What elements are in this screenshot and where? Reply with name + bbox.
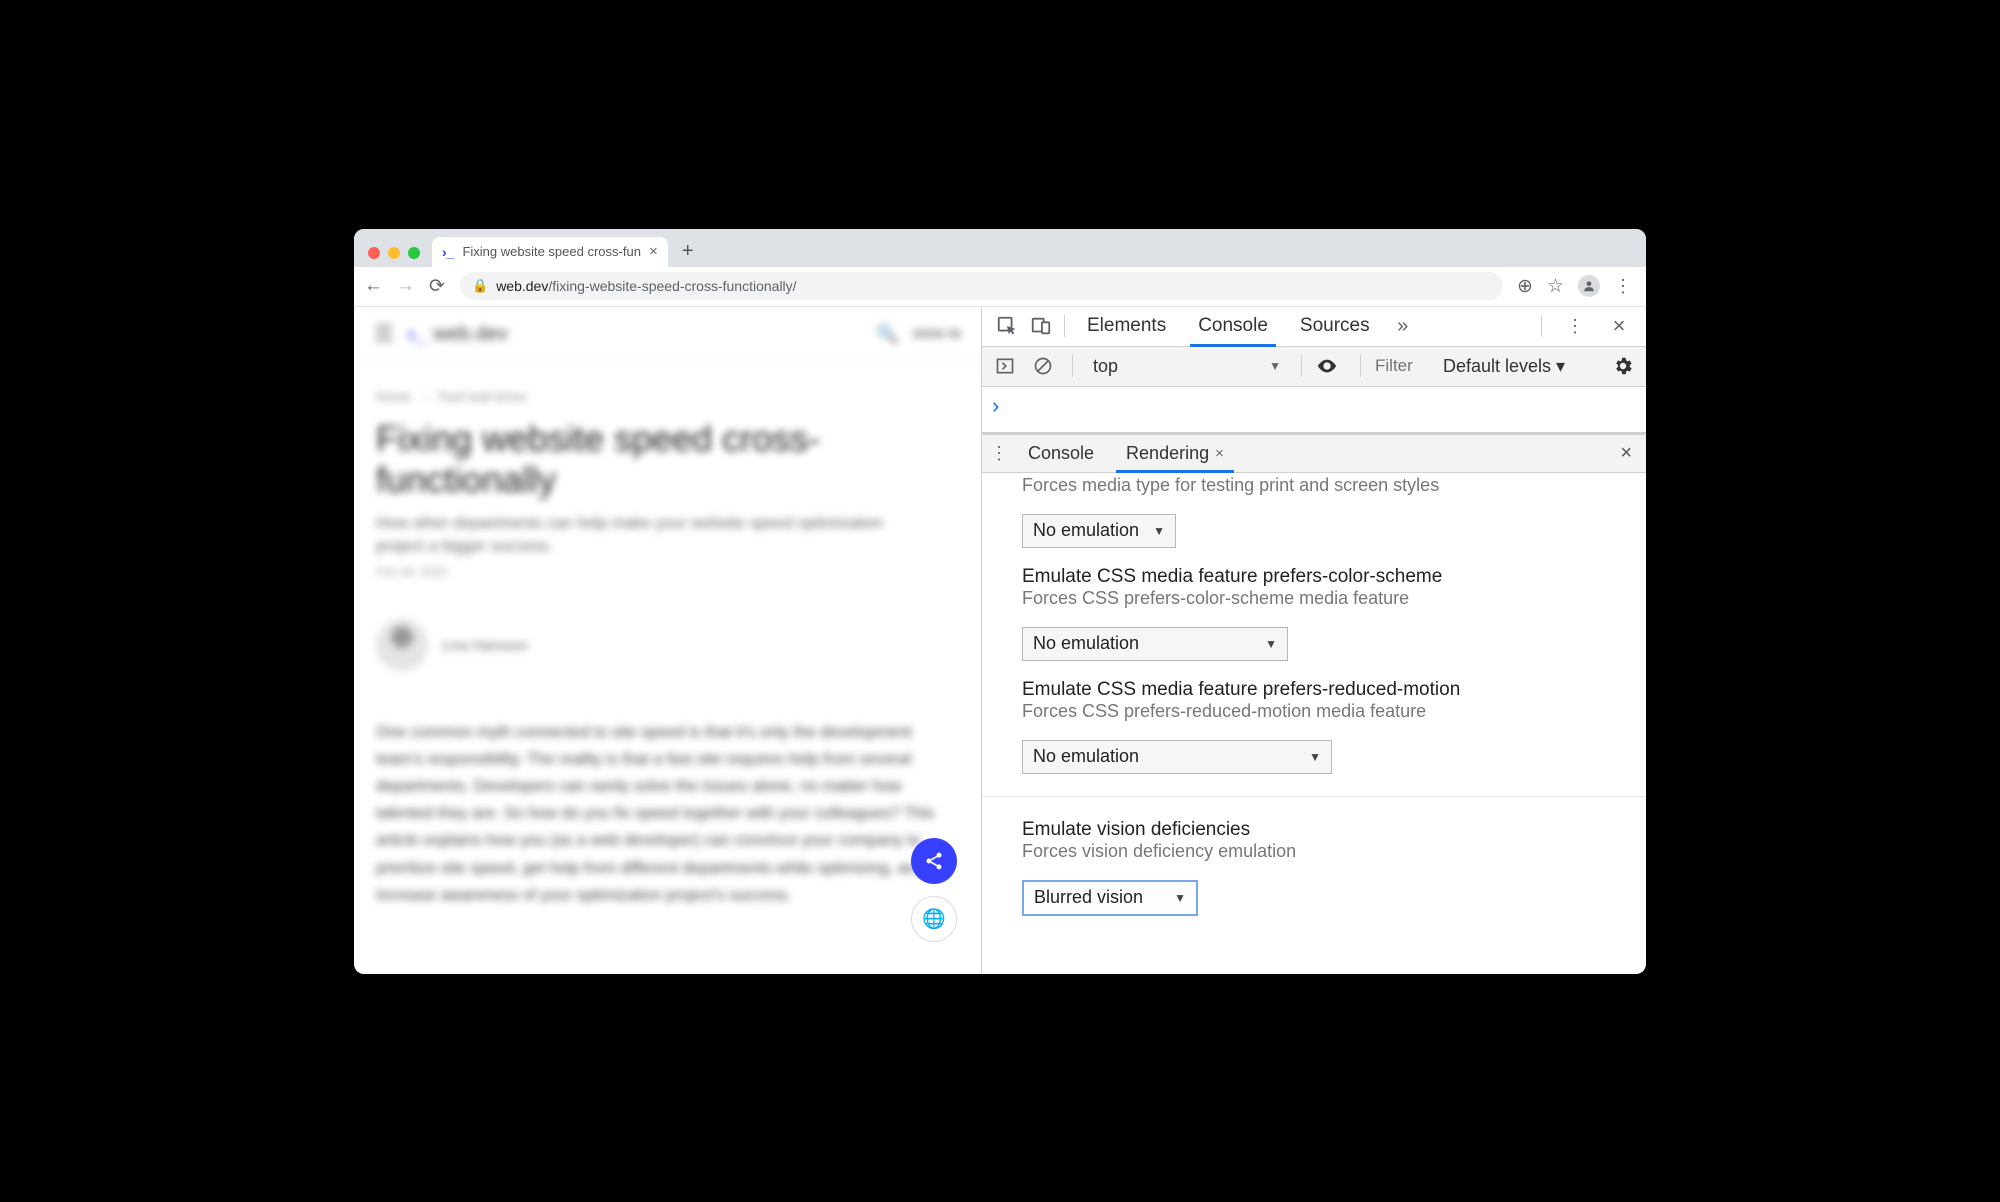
webpage-viewport: ☰ ›_ web.dev 🔍 SIGN IN Home › Fast load … <box>354 307 982 974</box>
media-type-desc: Forces media type for testing print and … <box>1022 475 1606 496</box>
console-toolbar: top ▼ Default levels ▾ <box>982 347 1646 387</box>
more-tabs-icon[interactable]: » <box>1386 315 1420 338</box>
prefers-reduced-motion-select[interactable]: No emulation ▼ <box>1022 740 1332 774</box>
browser-tab[interactable]: ›_ Fixing website speed cross-fun × <box>432 237 668 267</box>
vision-deficiency-value: Blurred vision <box>1034 887 1143 908</box>
close-tab-icon[interactable]: × <box>1215 445 1224 462</box>
drawer-menu-button[interactable]: ⋮ <box>988 443 1010 464</box>
translate-fab[interactable]: 🌐 <box>911 896 957 942</box>
device-toolbar-icon[interactable] <box>1024 315 1058 337</box>
prefers-color-scheme-desc: Forces CSS prefers-color-scheme media fe… <box>1022 588 1606 609</box>
tab-elements[interactable]: Elements <box>1071 307 1182 346</box>
console-output[interactable]: › <box>982 387 1646 435</box>
console-filter-input[interactable] <box>1375 356 1435 376</box>
window-controls <box>364 247 426 267</box>
page-subtitle: How other departments can help make your… <box>376 512 896 558</box>
search-icon[interactable]: 🔍 <box>876 324 898 345</box>
forward-button[interactable]: → <box>396 275 414 297</box>
logo-mark-icon: ›_ <box>408 321 428 347</box>
prefers-color-scheme-value: No emulation <box>1033 633 1139 654</box>
devtools-menu-button[interactable]: ⋮ <box>1558 316 1592 337</box>
crumb-home[interactable]: Home <box>376 389 411 404</box>
chevron-down-icon: ▼ <box>1153 524 1165 538</box>
site-name: web.dev <box>433 323 508 346</box>
devtools-close-button[interactable]: × <box>1602 313 1636 339</box>
toolbar-right: ⊕ ☆ ⋮ <box>1517 275 1636 298</box>
execution-context-select[interactable]: top ▼ <box>1087 352 1287 380</box>
window-zoom-button[interactable] <box>408 247 420 259</box>
drawer-tab-rendering-label: Rendering <box>1126 443 1209 464</box>
favicon-icon: ›_ <box>442 244 454 260</box>
content-split: ☰ ›_ web.dev 🔍 SIGN IN Home › Fast load … <box>354 307 1646 974</box>
window-minimize-button[interactable] <box>388 247 400 259</box>
lock-icon: 🔒 <box>472 278 488 294</box>
console-settings-icon[interactable] <box>1612 355 1638 377</box>
chevron-down-icon: ▼ <box>1265 637 1277 651</box>
vision-deficiency-desc: Forces vision deficiency emulation <box>1022 841 1606 862</box>
prefers-color-scheme-title: Emulate CSS media feature prefers-color-… <box>1022 566 1606 588</box>
reload-button[interactable]: ⟳ <box>428 275 446 298</box>
url-path: /fixing-website-speed-cross-functionally… <box>548 278 796 294</box>
drawer-tab-rendering[interactable]: Rendering × <box>1112 435 1238 472</box>
bookmark-icon[interactable]: ☆ <box>1547 275 1564 298</box>
address-bar: ← → ⟳ 🔒 web.dev/fixing-website-speed-cro… <box>354 267 1646 307</box>
vision-deficiency-title: Emulate vision deficiencies <box>1022 819 1606 841</box>
page-title: Fixing website speed cross-functionally <box>376 418 959 501</box>
divider <box>982 796 1646 797</box>
context-value: top <box>1093 356 1118 377</box>
browser-menu-button[interactable]: ⋮ <box>1614 276 1632 297</box>
author-block: Lina Hansson <box>376 619 959 671</box>
inspect-element-icon[interactable] <box>990 315 1024 337</box>
omnibox[interactable]: 🔒 web.dev/fixing-website-speed-cross-fun… <box>460 272 1503 300</box>
prefers-reduced-motion-title: Emulate CSS media feature prefers-reduce… <box>1022 679 1606 701</box>
devtools-tabs: Elements Console Sources » ⋮ × <box>982 307 1646 347</box>
prefers-reduced-motion-value: No emulation <box>1033 746 1139 767</box>
site-logo[interactable]: ›_ web.dev <box>408 321 508 347</box>
signin-link[interactable]: SIGN IN <box>913 327 961 341</box>
article-body: One common myth connected to site speed … <box>376 719 959 909</box>
back-button[interactable]: ← <box>364 275 382 297</box>
tab-title: Fixing website speed cross-fun <box>462 244 640 259</box>
drawer-tab-console[interactable]: Console <box>1014 435 1108 472</box>
drawer-close-button[interactable]: × <box>1620 442 1640 465</box>
chevron-down-icon: ▼ <box>1174 891 1186 905</box>
media-type-select[interactable]: No emulation ▼ <box>1022 514 1176 548</box>
log-levels-select[interactable]: Default levels ▾ <box>1443 356 1565 377</box>
prefers-color-scheme-select[interactable]: No emulation ▼ <box>1022 627 1288 661</box>
clear-console-icon[interactable] <box>1028 356 1058 376</box>
live-expression-icon[interactable] <box>1316 355 1346 377</box>
breadcrumb: Home › Fast load times <box>376 389 959 404</box>
vision-deficiency-select[interactable]: Blurred vision ▼ <box>1022 880 1198 916</box>
install-icon[interactable]: ⊕ <box>1517 275 1533 298</box>
new-tab-button[interactable]: + <box>674 237 702 267</box>
publish-date: Feb 28, 2020 <box>376 565 959 579</box>
tab-close-button[interactable]: × <box>649 243 658 260</box>
site-header: ☰ ›_ web.dev 🔍 SIGN IN <box>354 307 981 363</box>
profile-button[interactable] <box>1578 275 1600 297</box>
console-sidebar-toggle-icon[interactable] <box>990 356 1020 376</box>
url-host: web.dev <box>496 278 548 294</box>
browser-window: ›_ Fixing website speed cross-fun × + ← … <box>354 229 1646 974</box>
author-avatar <box>376 619 428 671</box>
crumb-section[interactable]: Fast load times <box>438 389 526 404</box>
media-type-value: No emulation <box>1033 520 1139 541</box>
author-name: Lina Hansson <box>442 637 528 653</box>
devtools-panel: Elements Console Sources » ⋮ × <box>982 307 1646 974</box>
chevron-down-icon: ▼ <box>1309 750 1321 764</box>
chevron-down-icon: ▼ <box>1269 359 1281 373</box>
tab-sources[interactable]: Sources <box>1284 307 1386 346</box>
drawer-tabs: ⋮ Console Rendering × × <box>982 435 1646 473</box>
console-prompt-icon: › <box>992 393 999 418</box>
article: Home › Fast load times Fixing website sp… <box>354 363 981 935</box>
menu-icon[interactable]: ☰ <box>374 321 394 347</box>
prefers-reduced-motion-desc: Forces CSS prefers-reduced-motion media … <box>1022 701 1606 722</box>
rendering-panel: Forces media type for testing print and … <box>982 473 1646 974</box>
tab-console[interactable]: Console <box>1182 307 1284 346</box>
share-fab[interactable] <box>911 838 957 884</box>
window-close-button[interactable] <box>368 247 380 259</box>
tab-strip: ›_ Fixing website speed cross-fun × + <box>354 229 1646 267</box>
